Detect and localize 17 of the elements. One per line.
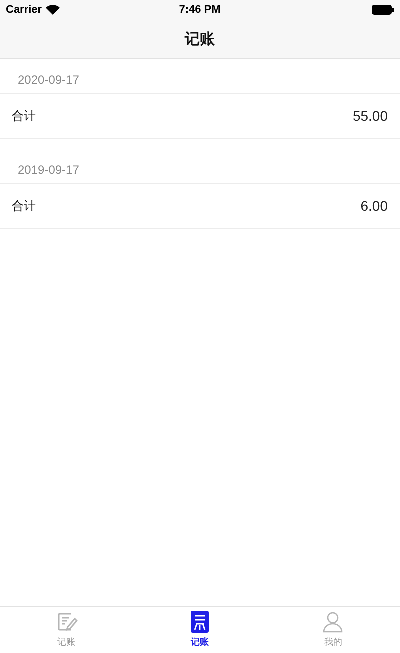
total-amount: 55.00 — [352, 108, 388, 124]
total-label: 合计 — [12, 108, 36, 124]
battery-icon — [372, 5, 394, 15]
tab-item[interactable]: 我的 — [266, 607, 400, 653]
date-header: 2019-09-17 — [18, 163, 80, 177]
wifi-icon — [46, 5, 60, 15]
carrier-label: Carrier — [6, 4, 42, 16]
tab-item[interactable]: 记账 — [0, 607, 134, 653]
person-icon — [322, 611, 344, 633]
screen-title: 记账 — [185, 30, 215, 48]
date-header: 2020-09-17 — [18, 73, 80, 87]
tab-item[interactable]: 记账 — [133, 607, 267, 653]
note-pencil-icon — [56, 611, 78, 633]
document-icon — [190, 611, 210, 633]
total-label: 合计 — [12, 198, 36, 214]
total-amount: 6.00 — [360, 198, 388, 214]
clock-time: 7:46 PM — [178, 4, 222, 16]
